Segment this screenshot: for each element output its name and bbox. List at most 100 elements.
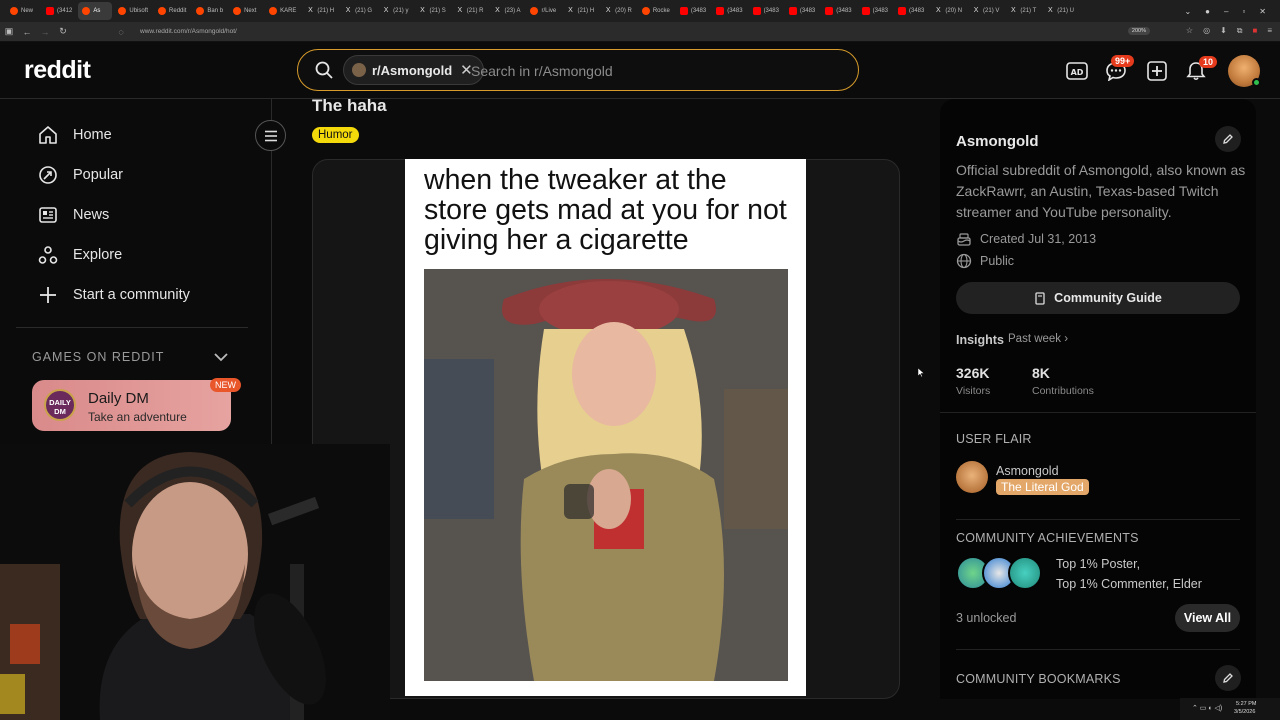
meme-image[interactable]: when the tweaker at the store gets mad a… [405,159,806,696]
mouse-cursor-icon [918,368,924,377]
browser-tab[interactable]: (3483 [858,2,892,20]
insights-period-label: Past week [1008,333,1062,345]
browser-tab[interactable]: X (21) U [1042,2,1078,20]
browser-tab[interactable]: Reddit [154,2,190,20]
home-icon [39,126,57,144]
x-logo-icon: X [605,7,611,14]
games-heading[interactable]: GAMES ON REDDIT [32,350,164,364]
search-input[interactable]: Search in r/Asmongold [471,63,613,79]
notification-badge: 10 [1199,56,1218,68]
nav-home-label: Home [73,127,112,143]
puzzle-icon[interactable]: ⧉ [1237,26,1243,36]
user-flair-tag[interactable]: The Literal God [996,479,1089,495]
browser-tab[interactable]: X (21) G [340,2,376,20]
browser-tab[interactable]: KARE [265,2,300,20]
tab-list-icon[interactable]: ⌄ [1184,7,1191,16]
x-logo-icon: X [345,7,351,14]
pencil-icon [1223,673,1233,683]
site-favicon-icon [233,7,242,15]
browser-tab[interactable]: X (21) T [1005,2,1040,20]
browser-tab[interactable]: New [6,2,40,20]
browser-tab-label: (21) R [466,8,484,14]
browser-tab[interactable]: X (21) H [562,2,598,20]
create-post-icon[interactable] [1146,61,1168,81]
chevron-down-icon[interactable] [214,352,228,362]
tray-icons[interactable]: ⌃ ▭ ◐ ◁) [1192,704,1222,712]
subreddit-search-chip[interactable]: r/Asmongold ✕ [343,55,484,85]
browser-tab[interactable]: X (20) R [600,2,636,20]
streamer-webcam-image [0,444,390,720]
browser-tab[interactable]: X (23) A [489,2,524,20]
back-icon[interactable]: ← [18,27,36,37]
daily-dm-title: Daily DM [88,390,149,407]
sidebar-toggle-icon[interactable]: ▣ [0,26,18,37]
browser-tab[interactable]: Rocke [638,2,674,20]
achievement-text-1: Top 1% Poster, [1056,557,1141,571]
post-title[interactable]: The haha [312,96,387,116]
maximize-icon[interactable]: ▫ [1242,7,1245,16]
post-flair[interactable]: Humor [312,127,359,143]
browser-tab[interactable]: Ubisoft [114,2,152,20]
browser-tab-label: (3483 [690,8,707,14]
browser-tab[interactable]: X (21) S [414,2,449,20]
nav-news[interactable]: News [38,203,109,227]
x-logo-icon: X [936,7,941,14]
browser-tab[interactable]: (3483 [894,2,928,20]
minimize-icon[interactable]: – [1224,7,1228,16]
browser-tab-label: (3483 [799,8,816,14]
popular-icon [39,166,57,184]
download-icon[interactable]: ⬇ [1220,26,1227,36]
pencil-icon [1223,134,1233,144]
zoom-level[interactable]: 200% [1127,27,1150,35]
menu-icon[interactable]: ≡ [1267,26,1272,36]
browser-tab[interactable]: (3483 [712,2,746,20]
edit-bookmarks-button[interactable] [1215,665,1241,691]
browser-tab[interactable]: (3483 [821,2,855,20]
browser-tab[interactable]: X (21) V [968,2,1003,20]
browser-tab[interactable]: X (21) R [452,2,488,20]
browser-tab[interactable]: (3483 [785,2,819,20]
browser-tab-label: Rocke [652,8,670,14]
site-favicon-icon [158,7,167,15]
browser-tab-label: (20) N [945,8,963,14]
browser-tab[interactable]: X (20) N [930,2,966,20]
daily-dm-logo: DAILY DM [44,389,76,421]
browser-tab-label: (21) G [355,8,373,14]
browser-tab-bar: New (3412 As Ubisoft Reddit Ban b Next KARE X (21… [0,0,1280,22]
close-window-icon[interactable]: ✕ [1259,7,1266,16]
site-favicon-icon [641,7,650,15]
browser-tab[interactable]: Ban b [192,2,227,20]
browser-tab[interactable]: X (21) H [302,2,338,20]
browser-tab[interactable]: (3412 [42,2,76,20]
search-bar[interactable]: r/Asmongold ✕ Search in r/Asmongold [297,49,859,91]
daily-dm-card[interactable]: DAILY DM Daily DM Take an adventure [32,380,231,431]
webcam-overlay [0,444,390,720]
browser-tab[interactable]: (3483 [676,2,710,20]
insights-period[interactable]: Past week › [1008,333,1068,345]
view-all-button[interactable]: View All [1175,604,1240,632]
browser-tab[interactable]: (3483 [749,2,783,20]
nav-start-community[interactable]: Start a community [38,283,190,307]
advertise-icon[interactable]: AD [1066,61,1088,81]
browser-tab[interactable]: Next [229,2,263,20]
collapse-sidebar-button[interactable] [255,120,286,151]
browser-tab[interactable]: r/Live [526,2,560,20]
url-text[interactable]: www.reddit.com/r/Asmongold/hot/ [140,28,237,35]
nav-explore[interactable]: Explore [38,243,122,267]
sidebar-divider [940,412,1256,413]
star-icon[interactable]: ☆ [1186,26,1193,36]
reload-icon[interactable]: ↻ [54,26,72,37]
browser-tab[interactable]: As [78,2,113,20]
forward-icon[interactable]: → [36,27,54,37]
community-guide-button[interactable]: Community Guide [956,282,1240,314]
edit-community-button[interactable] [1215,126,1241,152]
reddit-logo[interactable]: reddit [24,56,91,85]
extension-icon[interactable]: ◎ [1203,26,1210,36]
nav-home[interactable]: Home [38,123,112,147]
nav-popular[interactable]: Popular [38,163,123,187]
account-icon[interactable]: ● [1205,7,1210,16]
chip-label: r/Asmongold [372,62,453,78]
site-favicon-icon [679,7,688,15]
ublock-icon[interactable]: ■ [1252,26,1257,36]
browser-tab[interactable]: X (21) y [378,2,412,20]
